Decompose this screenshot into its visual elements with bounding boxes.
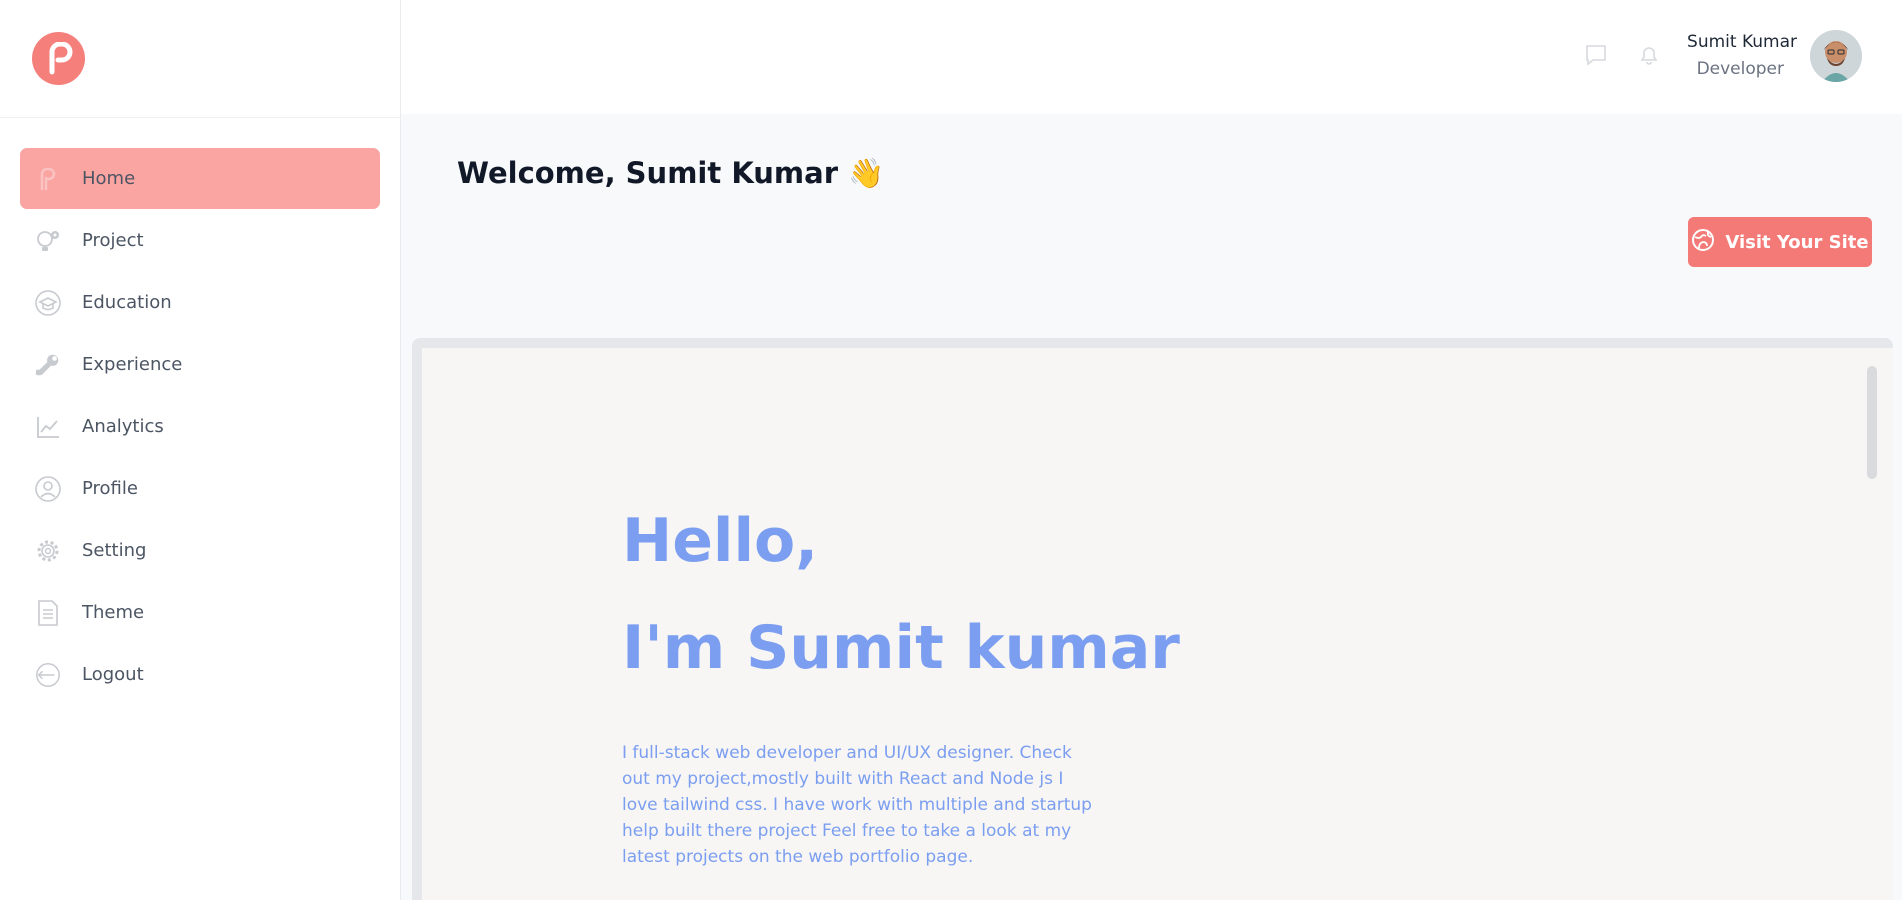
sidebar-nav: Home Project Education Experience Analyt…: [0, 118, 400, 705]
document-list-icon: [34, 599, 62, 627]
preview-scrollbar[interactable]: [1867, 366, 1877, 479]
sidebar-item-label: Experience: [82, 354, 183, 375]
line-chart-icon: [34, 413, 62, 441]
sidebar-item-theme[interactable]: Theme: [20, 582, 380, 643]
user-role: Developer: [1696, 59, 1784, 79]
sidebar: Home Project Education Experience Analyt…: [0, 0, 401, 900]
site-preview[interactable]: Hello, I'm Sumit kumar I full-stack web …: [422, 348, 1893, 900]
user-name: Sumit Kumar: [1687, 32, 1797, 52]
chat-icon[interactable]: [1583, 42, 1609, 68]
sidebar-item-profile[interactable]: Profile: [20, 458, 380, 519]
site-preview-frame: Hello, I'm Sumit kumar I full-stack web …: [412, 338, 1893, 900]
user-circle-icon: [34, 475, 62, 503]
sidebar-item-setting[interactable]: Setting: [20, 520, 380, 581]
sidebar-item-label: Setting: [82, 540, 147, 561]
app-logo[interactable]: [32, 32, 85, 85]
sidebar-item-analytics[interactable]: Analytics: [20, 396, 380, 457]
gear-icon: [34, 537, 62, 565]
sidebar-item-experience[interactable]: Experience: [20, 334, 380, 395]
sidebar-item-project[interactable]: Project: [20, 210, 380, 271]
preview-greeting: Hello,: [622, 506, 819, 576]
avatar[interactable]: [1810, 30, 1862, 82]
bell-icon[interactable]: [1636, 42, 1662, 68]
sidebar-item-label: Logout: [82, 664, 144, 685]
visit-site-button[interactable]: Visit Your Site: [1688, 217, 1872, 267]
sidebar-item-home[interactable]: Home: [20, 148, 380, 209]
graduation-cap-icon: [34, 289, 62, 317]
sidebar-item-label: Profile: [82, 478, 138, 499]
home-icon: [34, 165, 62, 193]
sidebar-item-label: Home: [82, 168, 136, 189]
sidebar-item-label: Project: [82, 230, 144, 251]
bulb-gear-icon: [34, 227, 62, 255]
sidebar-item-logout[interactable]: Logout: [20, 644, 380, 705]
sidebar-item-label: Education: [82, 292, 172, 313]
visit-site-label: Visit Your Site: [1725, 231, 1869, 253]
sidebar-item-label: Theme: [82, 602, 145, 623]
preview-bio: I full-stack web developer and UI/UX des…: [622, 743, 1092, 867]
page-title: Welcome, Sumit Kumar 👋: [457, 156, 885, 190]
top-header: Sumit Kumar Developer: [401, 0, 1902, 114]
sidebar-item-label: Analytics: [82, 416, 164, 437]
preview-intro: I'm Sumit kumar: [622, 613, 1180, 683]
logout-icon: [34, 661, 62, 689]
logo-area: [0, 0, 400, 118]
globe-icon: [1691, 228, 1715, 257]
sidebar-item-education[interactable]: Education: [20, 272, 380, 333]
tools-icon: [34, 351, 62, 379]
